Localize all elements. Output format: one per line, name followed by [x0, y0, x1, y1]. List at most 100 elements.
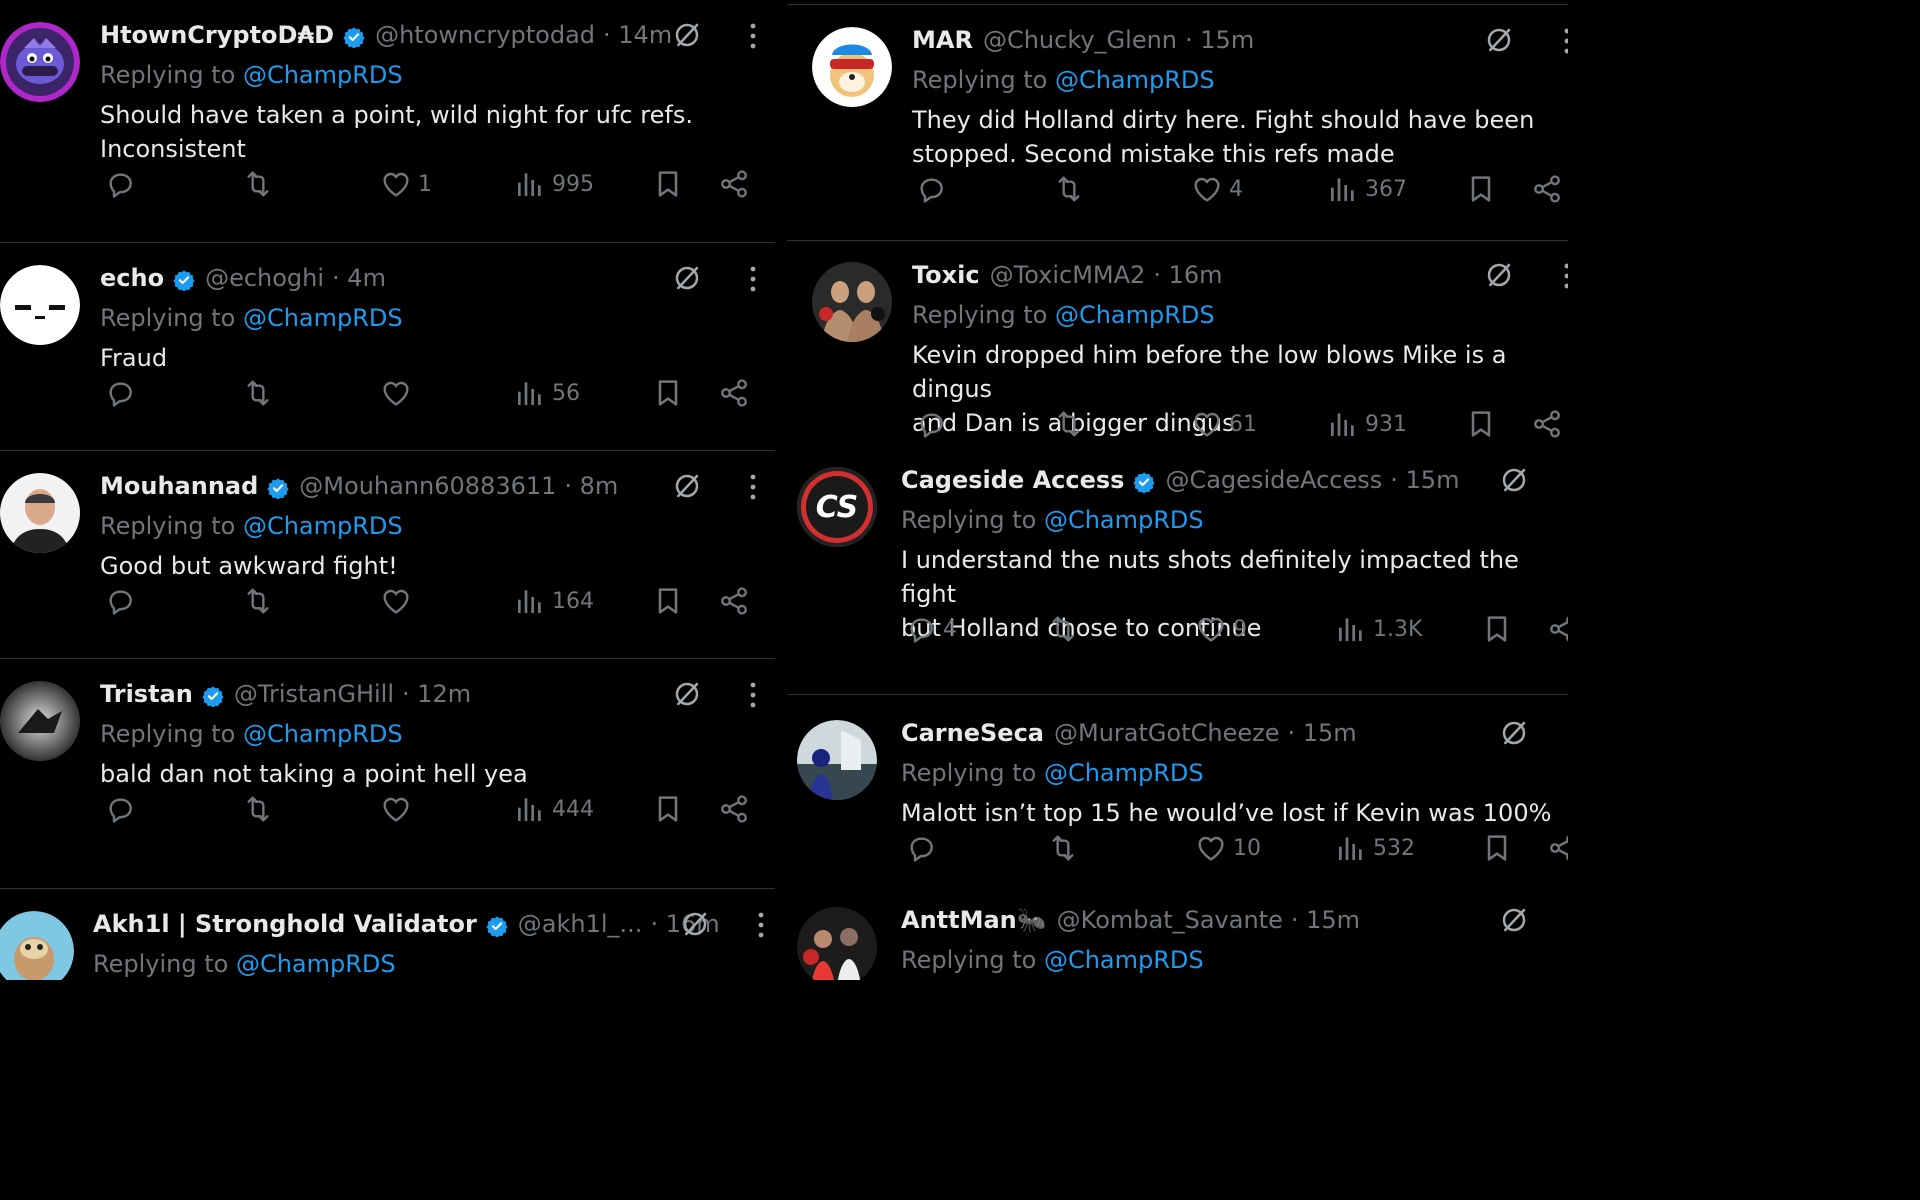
author-name[interactable]: Tristan	[100, 678, 193, 710]
reply-button[interactable]	[915, 408, 953, 440]
timestamp[interactable]: · 15m	[1390, 464, 1459, 496]
like-button[interactable]: 10	[1195, 832, 1261, 864]
bookmark-button[interactable]	[1465, 408, 1497, 440]
avatar[interactable]	[797, 907, 877, 980]
views-button[interactable]: 931	[1327, 408, 1407, 440]
grok-icon[interactable]	[680, 909, 710, 939]
bookmark-button[interactable]	[652, 793, 684, 825]
share-button[interactable]	[718, 168, 750, 200]
author-handle[interactable]: @Kombat_Savante	[1057, 904, 1283, 936]
author-name[interactable]: Mouhannad	[100, 470, 258, 502]
avatar[interactable]	[0, 681, 80, 761]
retweet-button[interactable]	[242, 377, 280, 409]
bookmark-button[interactable]	[1481, 613, 1513, 645]
avatar[interactable]	[0, 22, 80, 102]
views-button[interactable]: 164	[514, 585, 594, 617]
avatar[interactable]	[812, 27, 892, 107]
like-button[interactable]	[380, 793, 418, 825]
like-button[interactable]	[380, 585, 418, 617]
author-handle[interactable]: @MuratGotCheeze	[1054, 717, 1279, 749]
retweet-button[interactable]	[242, 793, 280, 825]
author-handle[interactable]: @ToxicMMA2	[990, 259, 1146, 291]
author-handle[interactable]: @htowncryptodad	[375, 19, 595, 51]
reply-button[interactable]	[104, 793, 142, 825]
author-name[interactable]: MAR	[912, 24, 973, 56]
share-button[interactable]	[1531, 408, 1563, 440]
grok-icon[interactable]	[672, 471, 702, 501]
retweet-button[interactable]	[1047, 832, 1085, 864]
retweet-button[interactable]	[242, 585, 280, 617]
like-button[interactable]: 4	[1191, 173, 1243, 205]
reply-button[interactable]	[104, 168, 142, 200]
views-button[interactable]: 367	[1327, 173, 1407, 205]
like-button[interactable]: 9	[1195, 613, 1247, 645]
author-name[interactable]: HtownCryptoD₳D	[100, 19, 334, 51]
reply-target-link[interactable]: @ChampRDS	[1044, 759, 1204, 787]
reply-target-link[interactable]: @ChampRDS	[1055, 301, 1215, 329]
views-button[interactable]: 1.3K	[1335, 613, 1422, 645]
bookmark-button[interactable]	[652, 377, 684, 409]
grok-icon[interactable]	[1499, 718, 1529, 748]
reply-target-link[interactable]: @ChampRDS	[1044, 506, 1204, 534]
timestamp[interactable]: · 15m	[1287, 717, 1356, 749]
reply-target-link[interactable]: @ChampRDS	[1044, 946, 1204, 974]
retweet-button[interactable]	[1053, 408, 1091, 440]
views-button[interactable]: 56	[514, 377, 580, 409]
like-button[interactable]: 61	[1191, 408, 1257, 440]
timestamp[interactable]: · 12m	[402, 678, 471, 710]
like-button[interactable]	[380, 377, 418, 409]
author-handle[interactable]: @echoghi	[205, 262, 324, 294]
more-icon[interactable]	[1564, 27, 1568, 55]
author-handle[interactable]: @Chucky_Glenn	[983, 24, 1177, 56]
timestamp[interactable]: · 16m	[1153, 259, 1222, 291]
author-handle[interactable]: @CagesideAccess	[1165, 464, 1382, 496]
author-name[interactable]: Cageside Access	[901, 464, 1124, 496]
author-handle[interactable]: @Mouhann60883611	[299, 470, 556, 502]
reply-target-link[interactable]: @ChampRDS	[243, 61, 403, 89]
retweet-button[interactable]	[1047, 613, 1085, 645]
author-name[interactable]: echo	[100, 262, 164, 294]
avatar[interactable]	[812, 262, 892, 342]
timestamp[interactable]: · 4m	[332, 262, 386, 294]
bookmark-button[interactable]	[1481, 832, 1513, 864]
like-button[interactable]: 1	[380, 168, 432, 200]
more-icon[interactable]	[750, 265, 756, 293]
reply-button[interactable]: 4	[905, 613, 957, 645]
reply-button[interactable]	[104, 585, 142, 617]
avatar[interactable]: CS	[797, 467, 877, 547]
author-name[interactable]: CarneSeca	[901, 717, 1044, 749]
reply-target-link[interactable]: @ChampRDS	[243, 304, 403, 332]
grok-icon[interactable]	[1484, 25, 1514, 55]
share-button[interactable]	[718, 377, 750, 409]
bookmark-button[interactable]	[652, 585, 684, 617]
author-handle[interactable]: @TristanGHill	[234, 678, 394, 710]
avatar[interactable]	[0, 911, 74, 980]
views-button[interactable]: 532	[1335, 832, 1415, 864]
avatar[interactable]	[0, 473, 80, 553]
grok-icon[interactable]	[1499, 465, 1529, 495]
views-button[interactable]: 444	[514, 793, 594, 825]
author-name[interactable]: Toxic	[912, 259, 980, 291]
share-button[interactable]	[1547, 832, 1568, 864]
share-button[interactable]	[1531, 173, 1563, 205]
timestamp[interactable]: · 8m	[564, 470, 618, 502]
bookmark-button[interactable]	[652, 168, 684, 200]
timestamp[interactable]: · 15m	[1185, 24, 1254, 56]
reply-button[interactable]	[915, 173, 953, 205]
more-icon[interactable]	[750, 22, 756, 50]
timestamp[interactable]: · 15m	[1291, 904, 1360, 936]
grok-icon[interactable]	[672, 263, 702, 293]
reply-button[interactable]	[104, 377, 142, 409]
more-icon[interactable]	[758, 911, 764, 939]
share-button[interactable]	[718, 793, 750, 825]
more-icon[interactable]	[750, 473, 756, 501]
reply-target-link[interactable]: @ChampRDS	[243, 720, 403, 748]
grok-icon[interactable]	[672, 20, 702, 50]
bookmark-button[interactable]	[1465, 173, 1497, 205]
grok-icon[interactable]	[672, 679, 702, 709]
reply-target-link[interactable]: @ChampRDS	[1055, 66, 1215, 94]
author-name[interactable]: Akh1l | Stronghold Validator	[93, 908, 477, 940]
more-icon[interactable]	[750, 681, 756, 709]
reply-target-link[interactable]: @ChampRDS	[236, 950, 396, 978]
share-button[interactable]	[1547, 613, 1568, 645]
